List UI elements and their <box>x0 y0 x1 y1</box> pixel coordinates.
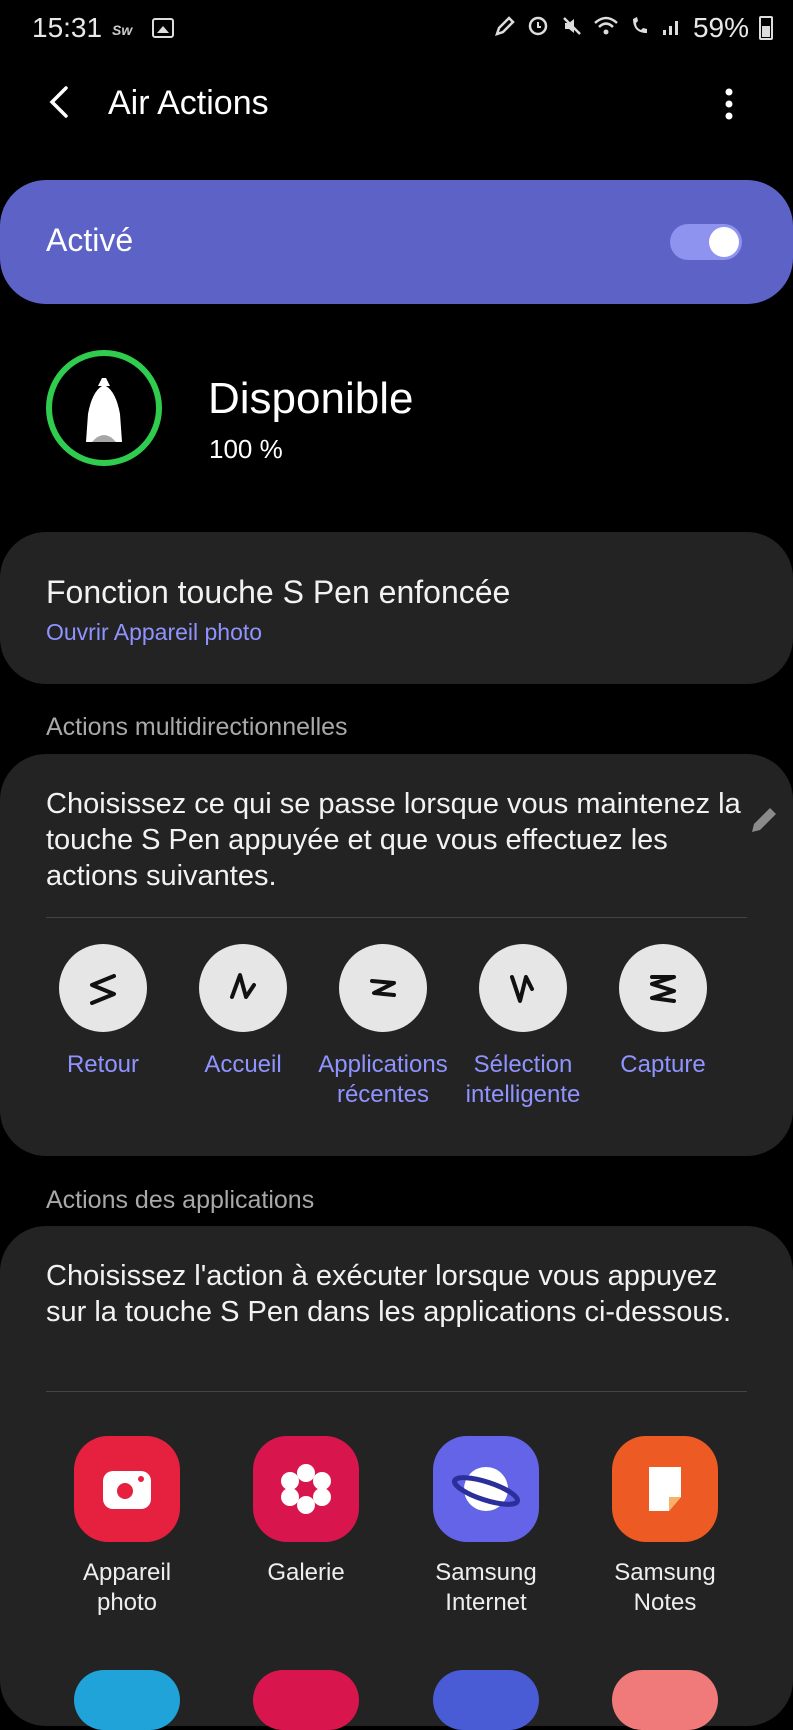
image-notification-icon <box>152 18 174 38</box>
app-peek-4[interactable] <box>612 1670 718 1730</box>
signal-icon <box>662 21 678 35</box>
gestures-section-label: Actions multidirectionnelles <box>46 713 348 741</box>
app-samsung-internet[interactable]: Samsung Internet <box>411 1436 561 1618</box>
status-right: 59% <box>494 12 773 44</box>
pen-battery-ring <box>46 350 162 466</box>
status-icons <box>494 13 683 43</box>
apps-description: Choisissez l'action à exécuter lorsque v… <box>46 1260 732 1328</box>
divider <box>46 1391 747 1392</box>
gesture-capture-icon <box>619 944 707 1032</box>
more-options-icon[interactable] <box>716 84 742 124</box>
app-label: Appareil photo <box>82 1559 172 1616</box>
gesture-smart-select-icon <box>479 944 567 1032</box>
app-peek-1[interactable] <box>74 1670 180 1730</box>
gesture-label: Sélection intelligente <box>465 1051 581 1108</box>
back-icon[interactable] <box>44 82 76 122</box>
gesture-back[interactable]: Retour <box>38 944 168 1080</box>
gesture-label: Accueil <box>204 1051 282 1078</box>
gesture-recent-apps-icon <box>339 944 427 1032</box>
app-camera[interactable]: Appareil photo <box>52 1436 202 1618</box>
gesture-label: Retour <box>66 1051 140 1078</box>
switch-knob <box>709 227 739 257</box>
battery-icon <box>759 16 773 40</box>
button-function-value: Ouvrir Appareil photo <box>46 619 263 645</box>
pen-battery-level: 100 % <box>209 434 283 464</box>
master-toggle-label: Activé <box>46 222 134 258</box>
alarm-icon <box>529 16 548 36</box>
app-peek-3[interactable] <box>433 1670 539 1730</box>
gesture-label: Capture <box>620 1051 706 1078</box>
app-label: Samsung Internet <box>435 1559 537 1616</box>
edit-icon[interactable] <box>746 802 782 838</box>
carrier-label: Sw <box>112 22 133 38</box>
page-title: Air Actions <box>108 84 269 122</box>
gesture-smart-select[interactable]: Sélection intelligente <box>458 944 588 1110</box>
planet-icon <box>433 1436 539 1542</box>
app-gallery[interactable]: Galerie <box>231 1436 381 1588</box>
s-pen-icon <box>86 378 122 442</box>
notes-icon <box>612 1436 718 1542</box>
pen-icon <box>495 16 516 36</box>
gesture-home-icon <box>199 944 287 1032</box>
mute-icon <box>562 17 581 35</box>
wifi-icon <box>593 16 618 35</box>
app-samsung-notes[interactable]: Samsung Notes <box>590 1436 740 1618</box>
gesture-label: Applications récentes <box>318 1051 448 1108</box>
divider <box>46 917 747 918</box>
flower-icon <box>253 1436 359 1542</box>
gesture-recent-apps[interactable]: Applications récentes <box>318 944 448 1110</box>
gestures-description: Choisissez ce qui se passe lorsque vous … <box>46 788 741 892</box>
wifi-call-icon <box>632 17 647 33</box>
camera-icon <box>74 1436 180 1542</box>
pen-status: Disponible <box>208 374 414 423</box>
battery-percent: 59% <box>692 12 749 43</box>
master-switch[interactable] <box>670 224 742 260</box>
status-time: 15:31 <box>32 12 103 43</box>
apps-section-label: Actions des applications <box>46 1186 315 1214</box>
app-peek-2[interactable] <box>253 1670 359 1730</box>
gesture-back-icon <box>59 944 147 1032</box>
app-label: Samsung Notes <box>614 1559 716 1616</box>
gesture-capture[interactable]: Capture <box>598 944 728 1080</box>
button-function-title: Fonction touche S Pen enfoncée <box>46 574 511 610</box>
gesture-home[interactable]: Accueil <box>178 944 308 1080</box>
app-label: Galerie <box>267 1559 345 1586</box>
